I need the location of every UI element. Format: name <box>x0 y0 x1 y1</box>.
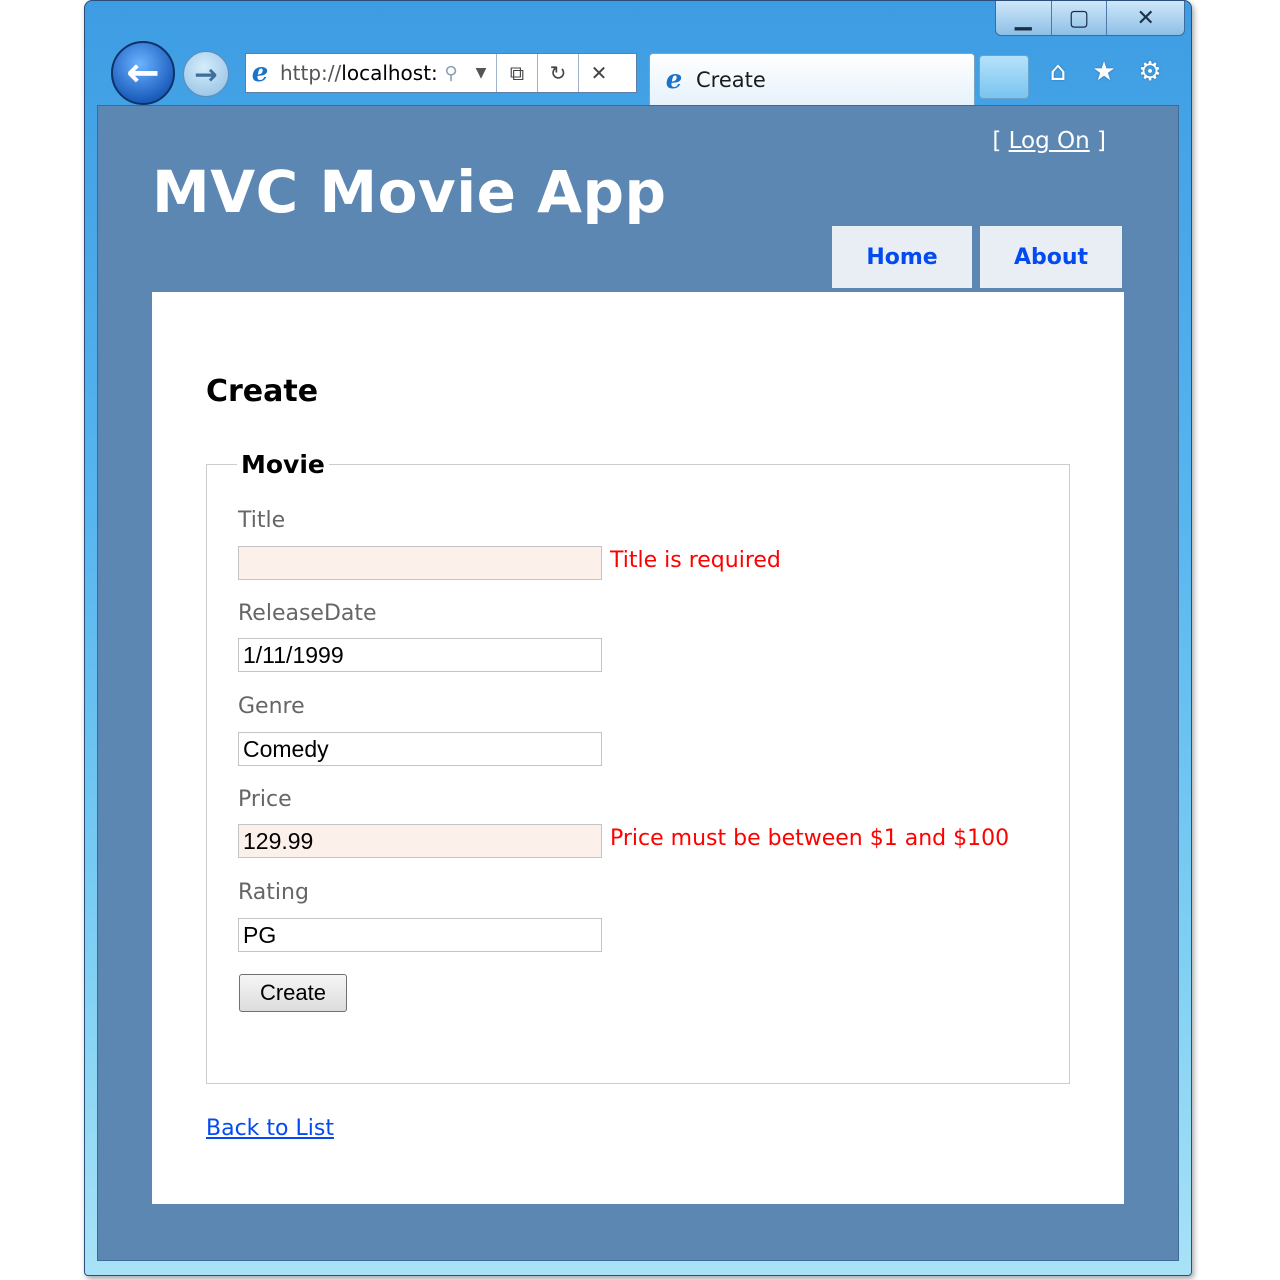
main-content: Create Movie Title Title is required Rel… <box>152 292 1124 1204</box>
rating-label: Rating <box>238 880 309 905</box>
page-viewport: [ Log On ] MVC Movie App Home About Crea… <box>97 105 1179 1261</box>
url-scheme: http:// <box>280 61 342 85</box>
page-heading: Create <box>206 374 319 409</box>
menu-item-home[interactable]: Home <box>832 226 972 288</box>
genre-input[interactable]: Comedy <box>238 732 602 766</box>
login-bracket-close: ] <box>1097 128 1106 154</box>
genre-label: Genre <box>238 694 305 719</box>
ie-logo-icon: e <box>251 58 269 88</box>
login-bracket-open: [ <box>992 128 1002 154</box>
main-menu: Home About <box>832 226 1122 288</box>
new-tab-button[interactable] <box>979 55 1029 99</box>
create-button[interactable]: Create <box>239 974 347 1012</box>
stop-icon[interactable]: ✕ <box>578 54 619 92</box>
price-input[interactable]: 129.99 <box>238 824 602 858</box>
log-on-link[interactable]: Log On <box>1009 128 1090 154</box>
title-error: Title is required <box>610 548 781 573</box>
window-controls: ▁ ▢ ✕ <box>995 1 1185 36</box>
url-text[interactable]: http://localhost: <box>280 61 436 85</box>
browser-tools: ⌂ ★ ⚙ <box>1043 57 1165 87</box>
ie-logo-icon: e <box>665 64 683 95</box>
url-host: localhost: <box>341 61 436 85</box>
back-to-list-link[interactable]: Back to List <box>206 1116 334 1141</box>
compat-view-icon[interactable]: ⧉ <box>496 54 537 92</box>
browser-tab[interactable]: e Create <box>649 53 975 105</box>
rating-input[interactable]: PG <box>238 918 602 952</box>
app-title: MVC Movie App <box>152 158 667 226</box>
dropdown-icon[interactable]: ▼ <box>466 65 496 81</box>
back-icon: ← <box>126 50 160 96</box>
close-button[interactable]: ✕ <box>1107 1 1184 35</box>
price-error: Price must be between $1 and $100 <box>610 826 1010 851</box>
release-date-label: ReleaseDate <box>238 601 377 626</box>
settings-gear-icon[interactable]: ⚙ <box>1135 57 1165 87</box>
refresh-icon[interactable]: ↻ <box>537 54 578 92</box>
title-input[interactable] <box>238 546 602 580</box>
home-icon[interactable]: ⌂ <box>1043 57 1073 87</box>
favorites-star-icon[interactable]: ★ <box>1089 57 1119 87</box>
price-label: Price <box>238 787 292 812</box>
browser-window: ▁ ▢ ✕ ← → e http://localhost: ⚲ ▼ ⧉ ↻ ✕ … <box>84 0 1192 1276</box>
title-label: Title <box>238 508 286 533</box>
forward-icon: → <box>194 57 218 91</box>
menu-item-about[interactable]: About <box>980 226 1122 288</box>
back-button[interactable]: ← <box>111 41 175 105</box>
tab-title: Create <box>696 67 766 92</box>
search-icon[interactable]: ⚲ <box>436 63 466 84</box>
release-date-input[interactable]: 1/11/1999 <box>238 638 602 672</box>
maximize-button[interactable]: ▢ <box>1052 1 1108 35</box>
login-display: [ Log On ] <box>992 128 1106 154</box>
minimize-button[interactable]: ▁ <box>996 1 1052 35</box>
fieldset-legend: Movie <box>241 450 325 479</box>
address-bar[interactable]: e http://localhost: ⚲ ▼ ⧉ ↻ ✕ <box>245 53 637 93</box>
forward-button[interactable]: → <box>183 51 229 97</box>
